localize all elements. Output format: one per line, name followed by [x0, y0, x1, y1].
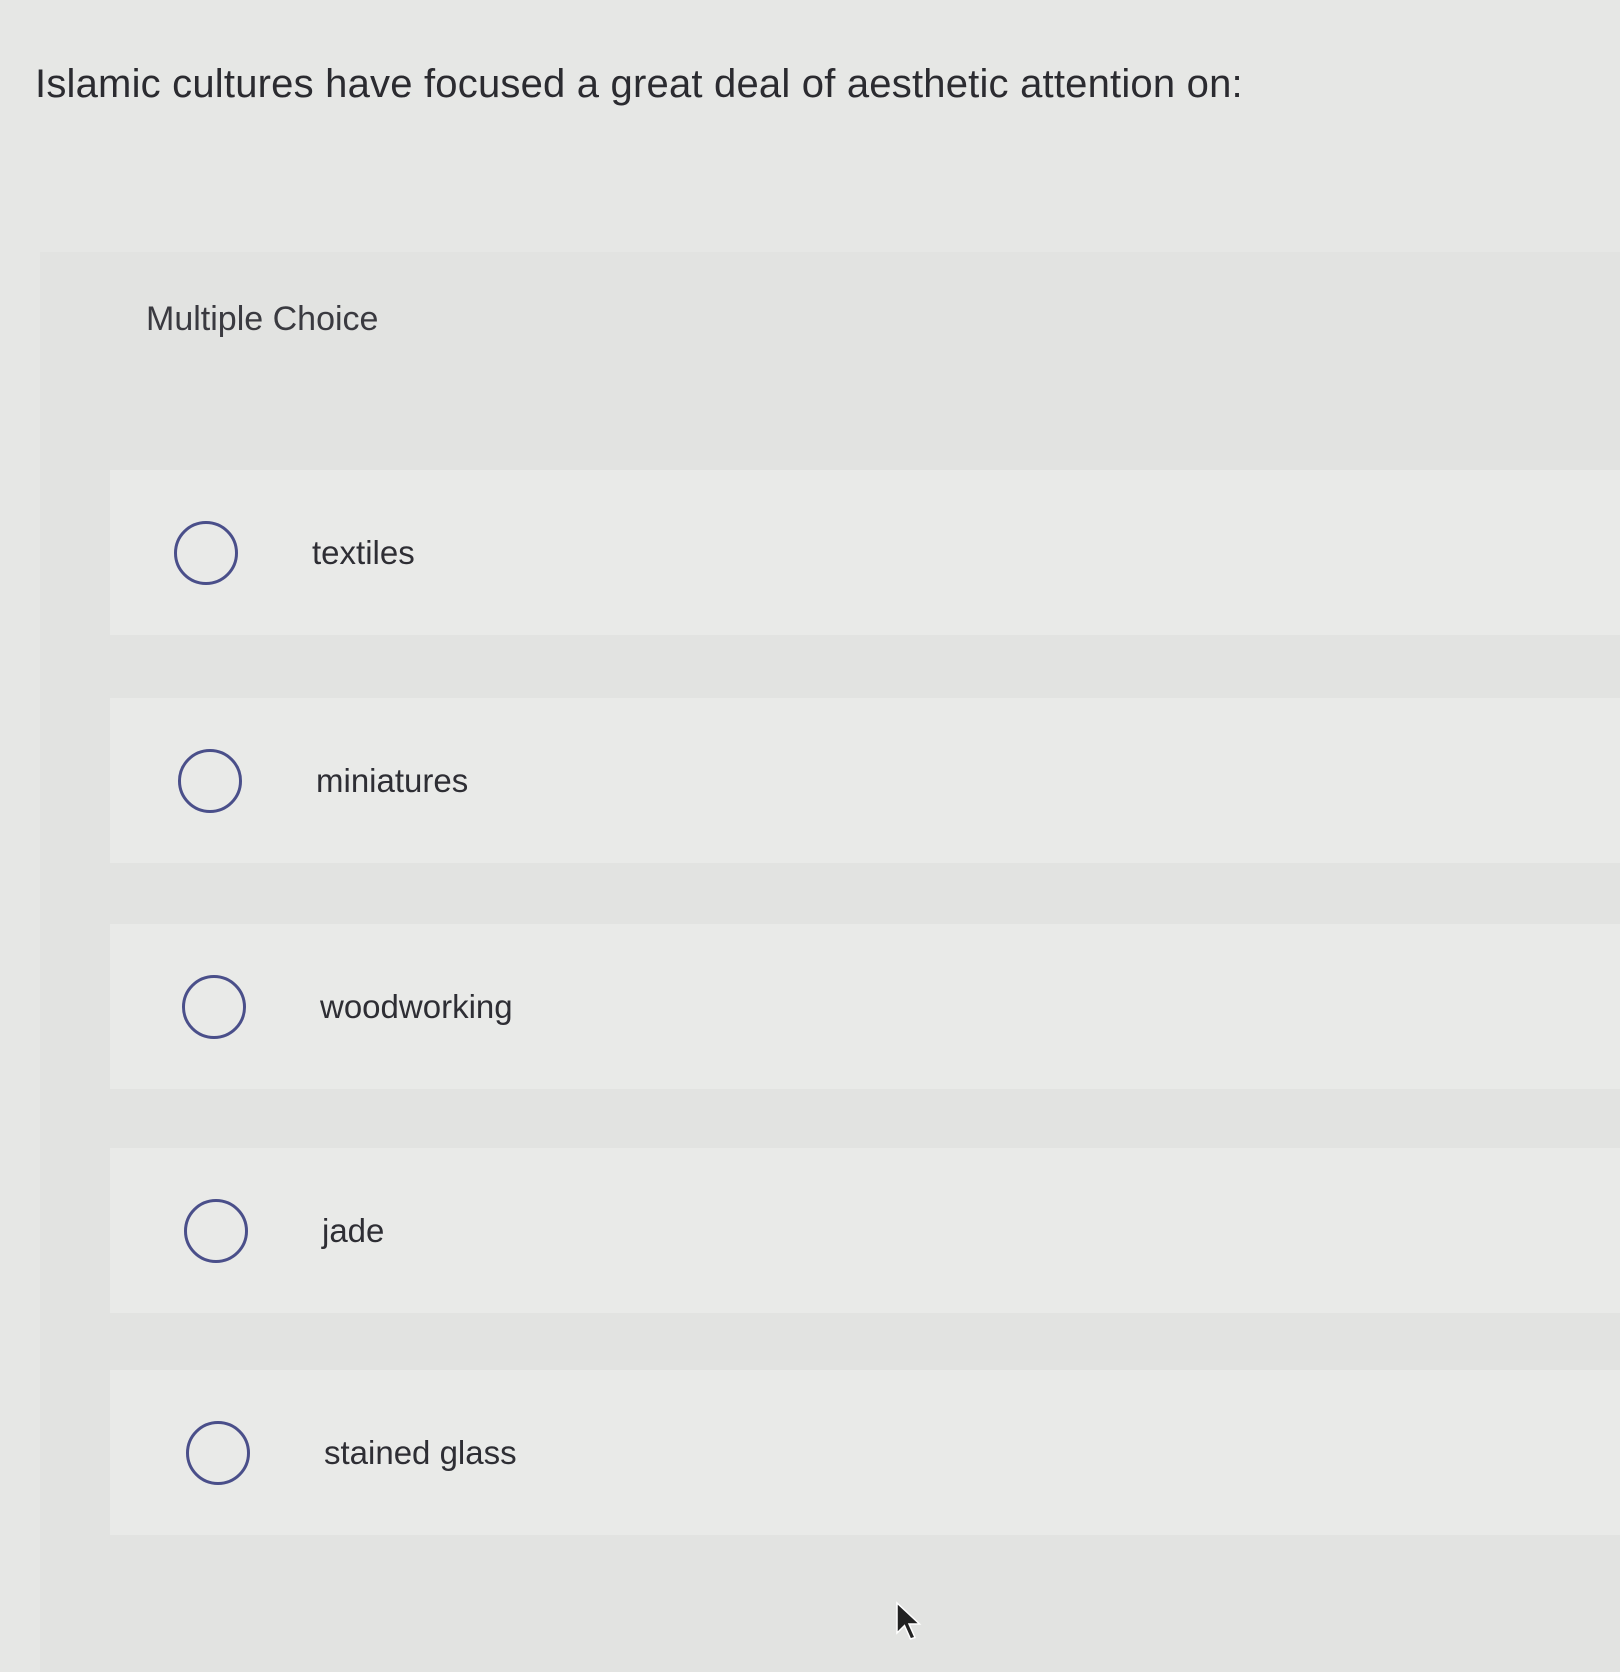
question-text: Islamic cultures have focused a great de… [35, 62, 1243, 106]
radio-button[interactable] [178, 748, 242, 813]
option-label: textiles [312, 533, 415, 571]
mouse-pointer-icon [896, 1601, 922, 1640]
option-jade[interactable]: jade [110, 1148, 1620, 1313]
option-label: miniatures [316, 761, 469, 799]
question-type-label: Multiple Choice [146, 300, 379, 338]
option-label: woodworking [320, 987, 513, 1025]
option-label: stained glass [324, 1433, 517, 1471]
option-miniatures[interactable]: miniatures [110, 698, 1620, 863]
option-woodworking[interactable]: woodworking [110, 924, 1620, 1089]
radio-button[interactable] [184, 1198, 248, 1263]
option-stained-glass[interactable]: stained glass [110, 1370, 1620, 1535]
option-textiles[interactable]: textiles [110, 470, 1620, 635]
option-label: jade [322, 1211, 385, 1249]
radio-button[interactable] [174, 520, 238, 585]
radio-button[interactable] [182, 974, 246, 1039]
radio-button[interactable] [186, 1420, 250, 1485]
